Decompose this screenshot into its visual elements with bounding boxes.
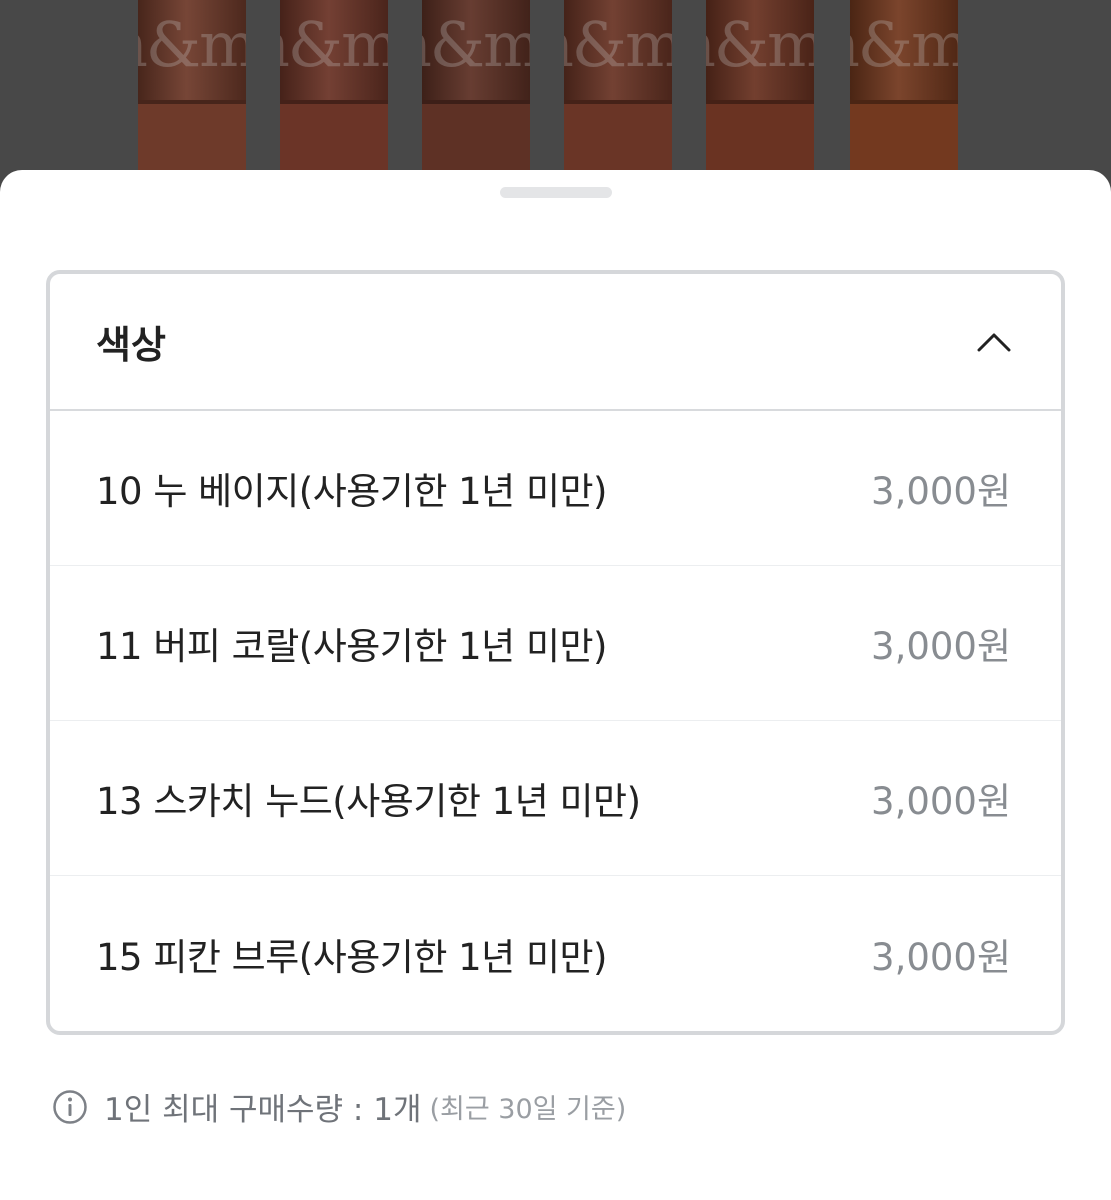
option-item-price: 3,000원 — [871, 625, 1011, 668]
brand-logo: n&m — [138, 8, 246, 81]
option-item-name: 13 스카치 누드(사용기한 1년 미만) — [96, 780, 641, 823]
option-item-13[interactable]: 13 스카치 누드(사용기한 1년 미만) 3,000원 — [50, 721, 1061, 876]
option-item-10[interactable]: 10 누 베이지(사용기한 1년 미만) 3,000원 — [50, 411, 1061, 566]
option-item-11[interactable]: 11 버피 코랄(사용기한 1년 미만) 3,000원 — [50, 566, 1061, 721]
option-item-price: 3,000원 — [871, 780, 1011, 823]
option-item-name: 11 버피 코랄(사용기한 1년 미만) — [96, 625, 607, 668]
purchase-limit-period: (최근 30일 기준) — [429, 1094, 627, 1125]
option-item-name: 15 피칸 브루(사용기한 1년 미만) — [96, 935, 607, 979]
purchase-limit-notice: 1인 최대 구매수량 : 1개 (최근 30일 기준) — [52, 1084, 626, 1129]
purchase-limit-text: 1인 최대 구매수량 : 1개 — [104, 1092, 422, 1128]
option-item-price: 3,000원 — [871, 470, 1011, 513]
brand-logo: n&m — [850, 8, 958, 81]
brand-logo: n&m — [706, 8, 814, 81]
brand-logo: n&m — [564, 8, 672, 81]
option-item-price: 3,000원 — [871, 935, 1011, 979]
color-option-dropdown: 색상 10 누 베이지(사용기한 1년 미만) 3,000원 11 버피 코랄(… — [46, 270, 1065, 1035]
brand-logo: n&m — [280, 8, 388, 81]
option-item-name: 10 누 베이지(사용기한 1년 미만) — [96, 470, 607, 513]
option-bottom-sheet: 색상 10 누 베이지(사용기한 1년 미만) 3,000원 11 버피 코랄(… — [0, 170, 1111, 1200]
color-option-header[interactable]: 색상 — [50, 274, 1061, 411]
sheet-drag-handle[interactable] — [500, 187, 612, 198]
info-icon — [52, 1089, 88, 1125]
brand-logo: n&m — [422, 8, 530, 81]
option-title: 색상 — [96, 323, 166, 367]
option-item-15[interactable]: 15 피칸 브루(사용기한 1년 미만) 3,000원 — [50, 876, 1061, 1031]
chevron-up-icon[interactable] — [977, 325, 1011, 359]
